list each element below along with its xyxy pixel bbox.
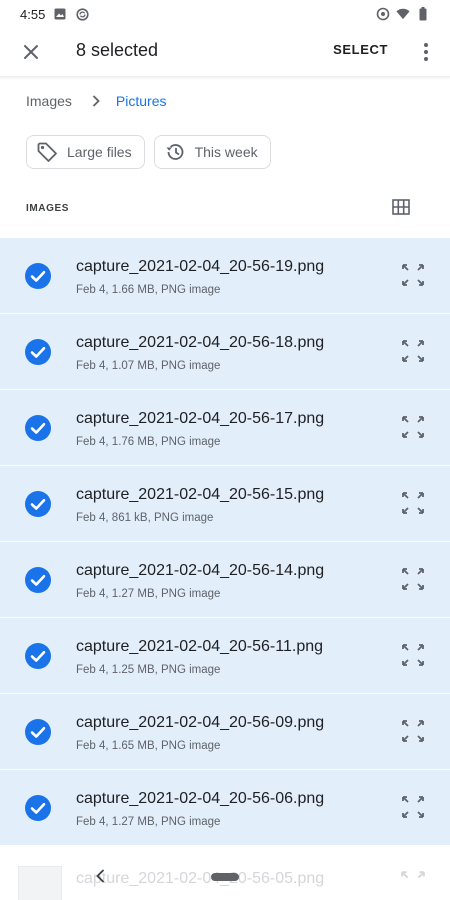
checked-circle-icon[interactable] xyxy=(24,414,52,442)
expand-icon xyxy=(402,264,424,286)
file-row[interactable]: capture_2021-02-04_20-56-15.png Feb 4, 8… xyxy=(0,466,450,542)
file-row[interactable]: capture_2021-02-04_20-56-11.png Feb 4, 1… xyxy=(0,618,450,694)
tag-icon xyxy=(35,140,59,164)
file-row[interactable]: capture_2021-02-04_20-56-17.png Feb 4, 1… xyxy=(0,390,450,466)
expand-icon xyxy=(402,492,424,514)
section-header: IMAGES xyxy=(26,196,426,220)
expand-icon xyxy=(402,568,424,590)
expand-icon xyxy=(402,720,424,742)
selection-appbar: 8 selected SELECT xyxy=(0,28,450,76)
chip-label: This week xyxy=(194,144,258,160)
file-meta: Feb 4, 861 kB, PNG image xyxy=(76,512,214,524)
file-meta: Feb 4, 1.65 MB, PNG image xyxy=(76,740,221,752)
checked-circle-icon[interactable] xyxy=(24,338,52,366)
close-selection-button[interactable] xyxy=(17,38,45,66)
file-row[interactable]: capture_2021-02-04_20-56-18.png Feb 4, 1… xyxy=(0,314,450,390)
expand-icon xyxy=(402,796,424,818)
checked-circle-icon[interactable] xyxy=(24,794,52,822)
breadcrumb-pictures[interactable]: Pictures xyxy=(116,93,167,109)
chip-label: Large files xyxy=(67,144,132,160)
preview-button[interactable] xyxy=(400,338,426,364)
more-vert-icon xyxy=(424,43,428,61)
expand-icon xyxy=(402,416,424,438)
nav-back-button[interactable] xyxy=(90,866,110,886)
preview-button[interactable] xyxy=(400,794,426,820)
filter-chips: Large files This week xyxy=(26,135,271,169)
selection-count-title: 8 selected xyxy=(76,40,159,60)
grid-view-icon xyxy=(392,199,410,215)
status-right xyxy=(376,7,430,21)
section-title: IMAGES xyxy=(26,202,70,214)
grid-view-button[interactable] xyxy=(390,196,412,218)
chip-this-week[interactable]: This week xyxy=(153,135,271,169)
checked-circle-icon[interactable] xyxy=(24,490,52,518)
file-name: capture_2021-02-04_20-56-18.png xyxy=(76,334,325,351)
file-meta: Feb 4, 1.66 MB, PNG image xyxy=(76,284,221,296)
data-saver-icon xyxy=(376,7,390,21)
status-time: 4:55 xyxy=(20,6,46,22)
system-nav-bar xyxy=(0,852,450,900)
breadcrumb: Images Pictures xyxy=(26,93,167,109)
file-name: capture_2021-02-04_20-56-14.png xyxy=(76,562,325,579)
image-notification-icon xyxy=(53,7,67,21)
preview-button[interactable] xyxy=(400,642,426,668)
file-meta: Feb 4, 1.27 MB, PNG image xyxy=(76,588,221,600)
back-chevron-icon xyxy=(96,869,104,883)
battery-icon xyxy=(416,7,430,21)
file-name: capture_2021-02-04_20-56-11.png xyxy=(76,638,324,655)
file-name: capture_2021-02-04_20-56-06.png xyxy=(76,790,325,807)
sync-notification-icon xyxy=(75,7,89,21)
file-row[interactable]: capture_2021-02-04_20-56-06.png Feb 4, 1… xyxy=(0,770,450,846)
status-left: 4:55 xyxy=(20,7,89,22)
wifi-icon xyxy=(396,7,410,21)
select-button[interactable]: SELECT xyxy=(333,42,388,57)
preview-button[interactable] xyxy=(400,414,426,440)
expand-icon xyxy=(402,644,424,666)
file-row[interactable]: capture_2021-02-04_20-56-14.png Feb 4, 1… xyxy=(0,542,450,618)
file-meta: Feb 4, 1.07 MB, PNG image xyxy=(76,360,221,372)
chip-large-files[interactable]: Large files xyxy=(26,135,145,169)
expand-icon xyxy=(402,340,424,362)
breadcrumb-images[interactable]: Images xyxy=(26,93,72,109)
file-name: capture_2021-02-04_20-56-19.png xyxy=(76,258,325,275)
checked-circle-icon[interactable] xyxy=(24,566,52,594)
checked-circle-icon[interactable] xyxy=(24,262,52,290)
file-meta: Feb 4, 1.76 MB, PNG image xyxy=(76,436,221,448)
more-options-button[interactable] xyxy=(418,38,434,66)
file-row[interactable]: capture_2021-02-04_20-56-19.png Feb 4, 1… xyxy=(0,238,450,314)
file-row[interactable]: capture_2021-02-04_20-56-09.png Feb 4, 1… xyxy=(0,694,450,770)
checked-circle-icon[interactable] xyxy=(24,718,52,746)
file-meta: Feb 4, 1.25 MB, PNG image xyxy=(76,664,221,676)
status-bar: 4:55 xyxy=(0,0,450,28)
file-name: capture_2021-02-04_20-56-09.png xyxy=(76,714,325,731)
preview-button[interactable] xyxy=(400,718,426,744)
close-icon xyxy=(24,45,38,59)
preview-button[interactable] xyxy=(400,566,426,592)
preview-button[interactable] xyxy=(400,490,426,516)
history-icon xyxy=(163,140,187,164)
file-list: capture_2021-02-04_20-56-19.png Feb 4, 1… xyxy=(0,238,450,846)
file-name: capture_2021-02-04_20-56-15.png xyxy=(76,486,325,503)
chevron-right-icon xyxy=(92,94,102,108)
preview-button[interactable] xyxy=(400,262,426,288)
file-name: capture_2021-02-04_20-56-17.png xyxy=(76,410,325,427)
checked-circle-icon[interactable] xyxy=(24,642,52,670)
file-meta: Feb 4, 1.27 MB, PNG image xyxy=(76,816,221,828)
nav-home-pill[interactable] xyxy=(211,873,239,881)
appbar-divider xyxy=(0,76,450,80)
